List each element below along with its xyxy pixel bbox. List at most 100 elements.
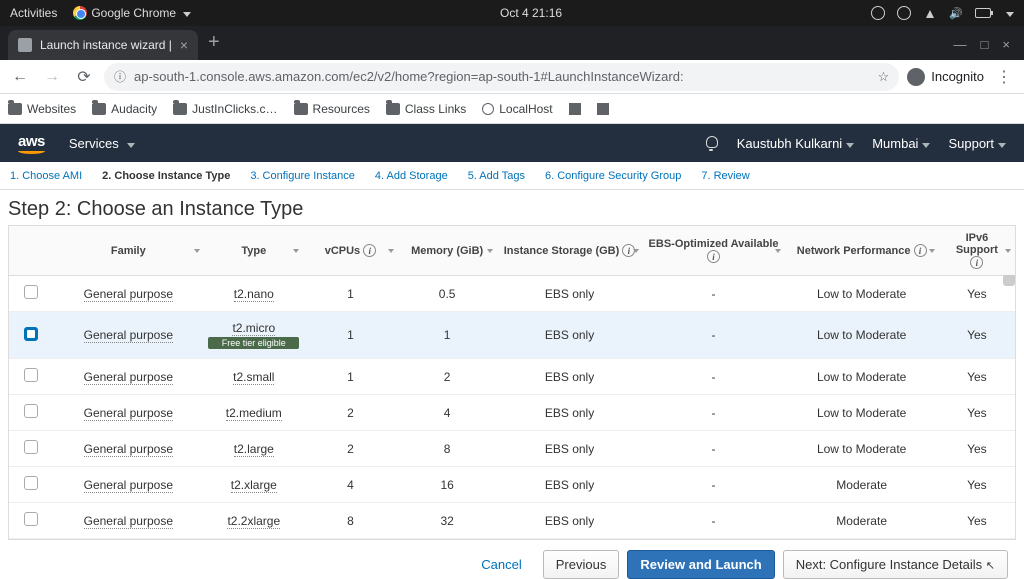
site-icon <box>569 103 581 115</box>
bookmark-item[interactable]: Class Links <box>386 102 466 116</box>
window-minimize-icon[interactable]: — <box>954 37 967 52</box>
col-family[interactable]: Family <box>52 226 204 276</box>
bookmark-item[interactable]: LocalHost <box>482 102 552 116</box>
ebs-cell: - <box>643 312 785 359</box>
memory-cell: 4 <box>398 395 497 431</box>
clock[interactable]: Oct 4 21:16 <box>191 6 871 20</box>
wizard-step-5[interactable]: 5. Add Tags <box>468 170 525 182</box>
aws-logo[interactable]: aws <box>18 133 45 154</box>
ebs-cell: - <box>643 276 785 312</box>
wifi-icon[interactable] <box>923 6 937 20</box>
row-checkbox[interactable] <box>24 327 38 341</box>
table-row[interactable]: General purposet2.medium24EBS only-Low t… <box>9 395 1015 431</box>
family-cell: General purpose <box>84 328 173 343</box>
folder-icon <box>294 103 308 115</box>
table-row[interactable]: General purposet2.xlarge416EBS only-Mode… <box>9 467 1015 503</box>
browser-toolbar: ← → ⟳ ⓘ ap-south-1.console.aws.amazon.co… <box>0 60 1024 94</box>
row-checkbox[interactable] <box>24 512 38 526</box>
ebs-cell: - <box>643 431 785 467</box>
table-row[interactable]: General purposet2.small12EBS only-Low to… <box>9 359 1015 395</box>
wizard-steps: 1. Choose AMI 2. Choose Instance Type 3.… <box>0 162 1024 190</box>
instance-type-table: Family Type vCPUs i Memory (GiB) Instanc… <box>9 226 1015 539</box>
bookmark-item[interactable] <box>597 103 609 115</box>
info-icon[interactable]: i <box>970 256 983 269</box>
info-icon[interactable]: i <box>363 244 376 257</box>
battery-icon[interactable] <box>975 8 991 18</box>
info-icon[interactable]: i <box>914 244 927 257</box>
col-memory[interactable]: Memory (GiB) <box>398 226 497 276</box>
row-checkbox[interactable] <box>24 404 38 418</box>
previous-button[interactable]: Previous <box>543 550 620 579</box>
new-tab-button[interactable]: + <box>198 31 230 60</box>
window-maximize-icon[interactable]: □ <box>981 37 989 52</box>
services-menu[interactable]: Services <box>69 136 135 151</box>
bookmark-item[interactable]: Resources <box>294 102 370 116</box>
storage-cell: EBS only <box>497 359 643 395</box>
info-icon[interactable]: i <box>707 250 720 263</box>
wizard-step-6[interactable]: 6. Configure Security Group <box>545 170 681 182</box>
folder-icon <box>173 103 187 115</box>
tab-title: Launch instance wizard | <box>40 38 172 52</box>
bookmark-item[interactable]: JustInClicks.c… <box>173 102 277 116</box>
wizard-step-3[interactable]: 3. Configure Instance <box>250 170 355 182</box>
tab-close-icon[interactable]: × <box>180 38 188 52</box>
table-row[interactable]: General purposet2.2xlarge832EBS only-Mod… <box>9 503 1015 539</box>
browser-tab[interactable]: Launch instance wizard | × <box>8 30 198 60</box>
window-close-icon[interactable]: × <box>1002 37 1010 52</box>
col-type[interactable]: Type <box>204 226 303 276</box>
table-row[interactable]: General purposet2.microFree tier eligibl… <box>9 312 1015 359</box>
wizard-step-1[interactable]: 1. Choose AMI <box>10 170 82 182</box>
bookmark-item[interactable]: Websites <box>8 102 76 116</box>
tab-favicon <box>18 38 32 52</box>
bookmark-item[interactable] <box>569 103 581 115</box>
notifications-icon[interactable] <box>703 135 719 151</box>
incognito-indicator[interactable]: Incognito <box>907 68 984 86</box>
ebs-cell: - <box>643 467 785 503</box>
address-bar[interactable]: ⓘ ap-south-1.console.aws.amazon.com/ec2/… <box>104 63 899 91</box>
storage-cell: EBS only <box>497 276 643 312</box>
wizard-step-4[interactable]: 4. Add Storage <box>375 170 448 182</box>
os-top-bar: Activities Google Chrome Oct 4 21:16 <box>0 0 1024 26</box>
col-storage[interactable]: Instance Storage (GB) i <box>497 226 643 276</box>
bookmark-item[interactable]: Audacity <box>92 102 157 116</box>
tray-icon-2[interactable] <box>897 6 911 20</box>
browser-menu-button[interactable]: ⋮ <box>992 67 1016 87</box>
col-ipv6[interactable]: IPv6Supporti <box>939 226 1015 276</box>
chevron-down-icon <box>994 136 1006 151</box>
back-button[interactable]: ← <box>8 65 32 89</box>
row-checkbox[interactable] <box>24 476 38 490</box>
row-checkbox[interactable] <box>24 368 38 382</box>
family-cell: General purpose <box>84 478 173 493</box>
wizard-step-7[interactable]: 7. Review <box>701 170 749 182</box>
family-cell: General purpose <box>84 370 173 385</box>
folder-icon <box>386 103 400 115</box>
system-menu-chevron[interactable] <box>1003 6 1014 20</box>
bookmark-star-icon[interactable]: ☆ <box>878 69 890 85</box>
folder-icon <box>8 103 22 115</box>
wizard-step-2[interactable]: 2. Choose Instance Type <box>102 164 230 188</box>
row-checkbox[interactable] <box>24 440 38 454</box>
support-menu[interactable]: Support <box>948 136 1006 151</box>
activities-button[interactable]: Activities <box>10 6 57 20</box>
site-info-icon[interactable]: ⓘ <box>114 68 126 85</box>
forward-button[interactable]: → <box>40 65 64 89</box>
table-row[interactable]: General purposet2.nano10.5EBS only-Low t… <box>9 276 1015 312</box>
table-row[interactable]: General purposet2.large28EBS only-Low to… <box>9 431 1015 467</box>
next-button[interactable]: Next: Configure Instance Details ↖ <box>783 550 1008 579</box>
active-app-menu[interactable]: Google Chrome <box>73 6 191 20</box>
cancel-button[interactable]: Cancel <box>468 550 534 579</box>
col-ebs[interactable]: EBS-Optimized Availablei <box>643 226 785 276</box>
volume-icon[interactable] <box>949 6 963 20</box>
storage-cell: EBS only <box>497 503 643 539</box>
region-menu[interactable]: Mumbai <box>872 136 930 151</box>
ipv6-cell: Yes <box>939 467 1015 503</box>
col-vcpus[interactable]: vCPUs i <box>303 226 398 276</box>
type-cell: t2.medium <box>226 406 282 421</box>
reload-button[interactable]: ⟳ <box>72 65 96 89</box>
tray-icon-1[interactable] <box>871 6 885 20</box>
col-network[interactable]: Network Performance i <box>785 226 939 276</box>
review-and-launch-button[interactable]: Review and Launch <box>627 550 774 579</box>
row-checkbox[interactable] <box>24 285 38 299</box>
account-menu[interactable]: Kaustubh Kulkarni <box>737 136 855 151</box>
chevron-down-icon <box>842 136 854 151</box>
